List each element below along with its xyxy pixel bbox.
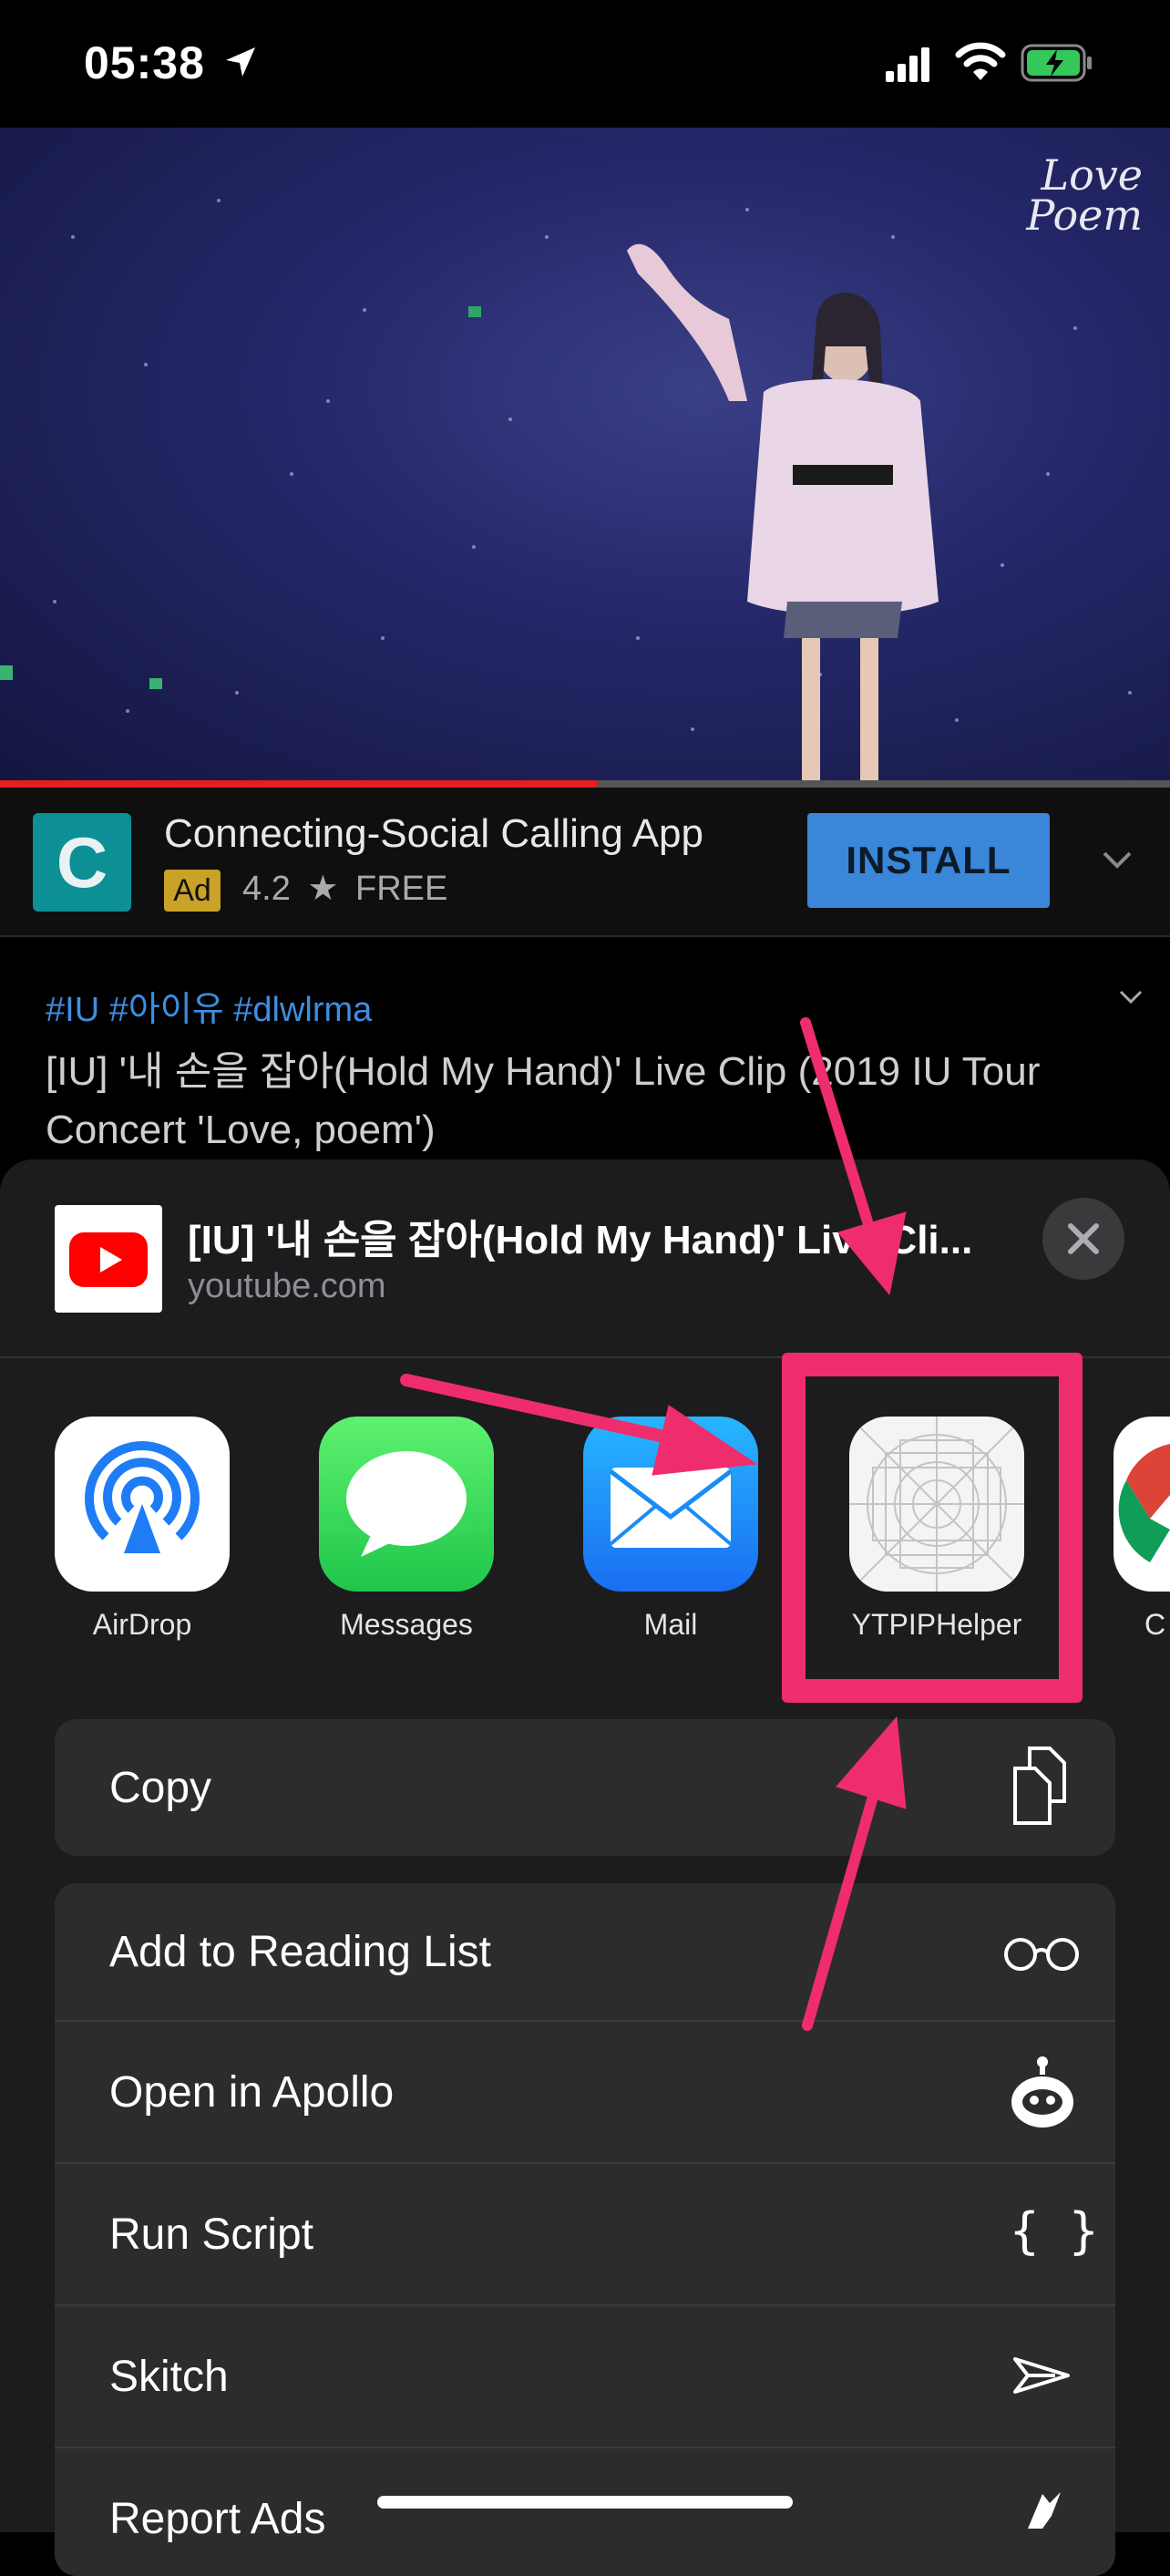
annotation-arrows <box>400 1017 907 2031</box>
